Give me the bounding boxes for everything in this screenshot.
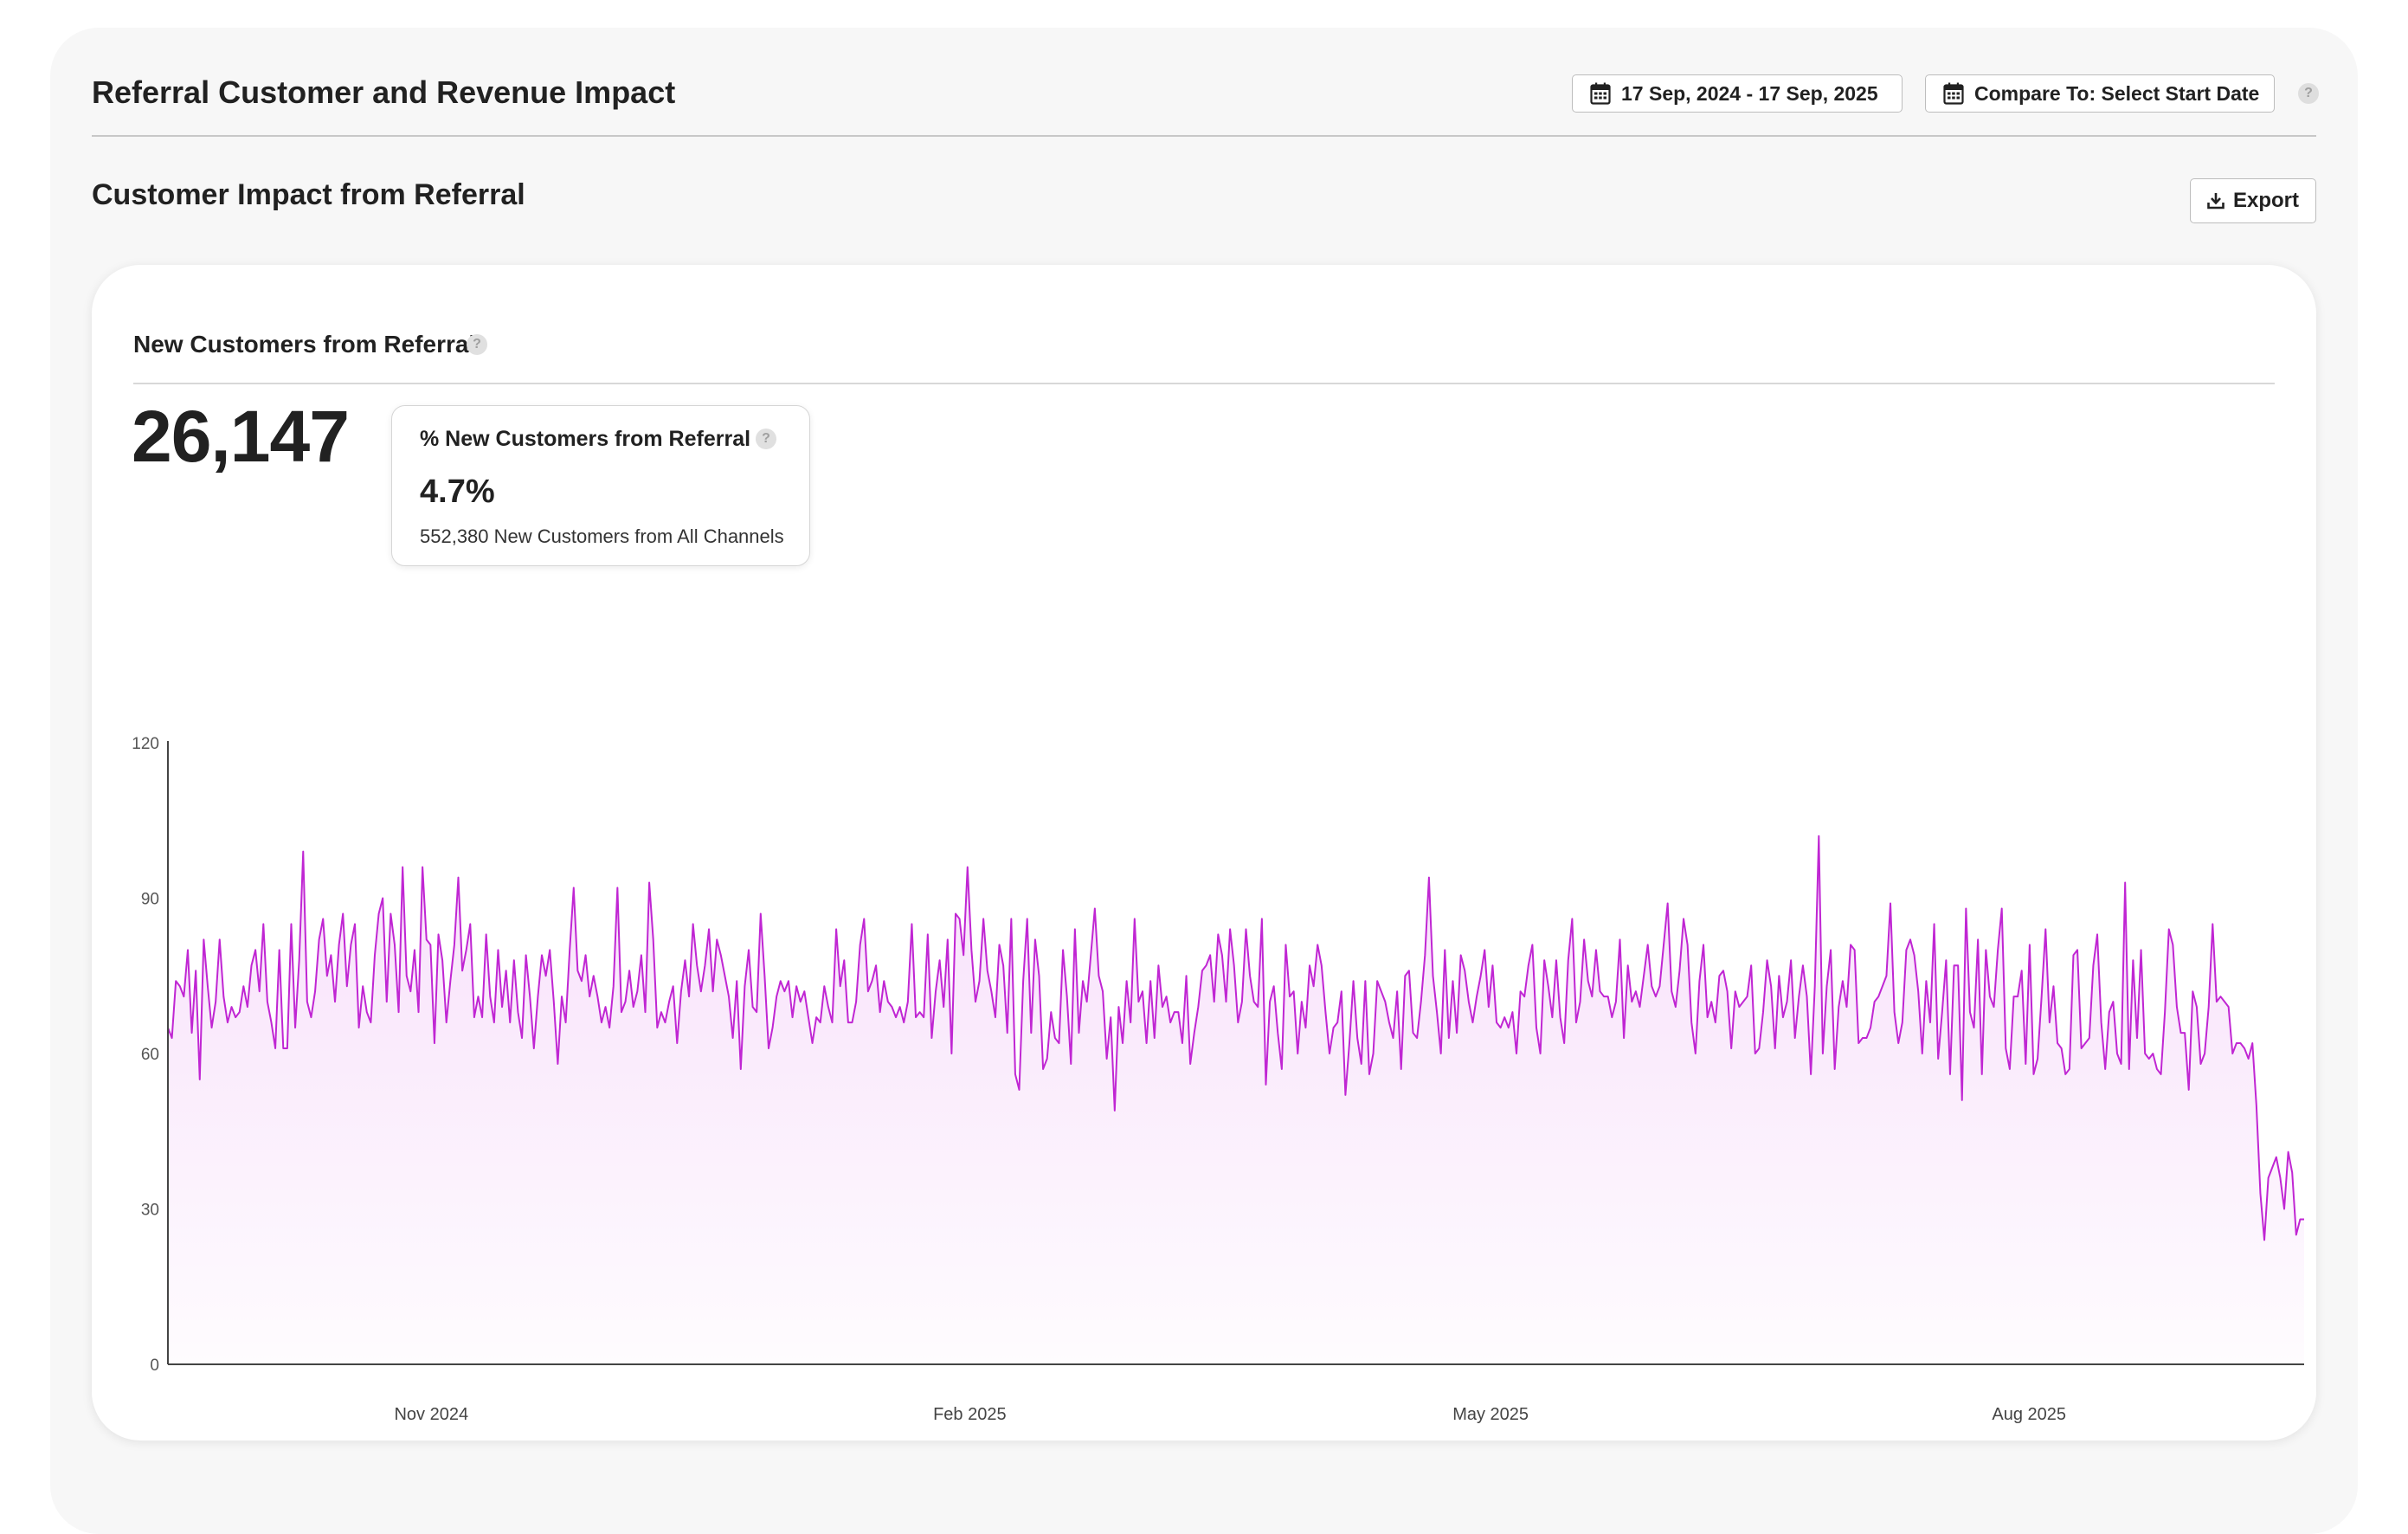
calendar-icon	[1590, 82, 1611, 105]
export-button[interactable]: Export	[2190, 178, 2316, 223]
compare-to-label: Compare To: Select Start Date	[1974, 81, 2260, 105]
download-icon	[2207, 193, 2225, 209]
y-tick-label: 90	[141, 891, 159, 909]
referral-customers-card: New Customers from Referral ? 26,147 % N…	[92, 265, 2316, 1441]
x-tick-label: Feb 2025	[933, 1405, 1007, 1424]
x-tick-label: Nov 2024	[394, 1405, 468, 1424]
date-range-label: 17 Sep, 2024 - 17 Sep, 2025	[1621, 81, 1878, 105]
page-title: Referral Customer and Revenue Impact	[92, 74, 676, 110]
section-title: Customer Impact from Referral	[92, 178, 525, 211]
help-icon[interactable]: ?	[2298, 83, 2319, 104]
dashboard-panel: Referral Customer and Revenue Impact 17 …	[50, 28, 2358, 1534]
calendar-icon	[1943, 82, 1964, 105]
compare-to-button[interactable]: Compare To: Select Start Date	[1925, 74, 2275, 113]
header-divider	[92, 135, 2316, 137]
date-range-button[interactable]: 17 Sep, 2024 - 17 Sep, 2025	[1572, 74, 1903, 113]
x-tick-label: May 2025	[1452, 1405, 1529, 1424]
y-tick-label: 120	[132, 735, 159, 753]
export-label: Export	[2232, 189, 2299, 212]
y-tick-label: 0	[150, 1357, 159, 1375]
new-customers-area-chart: 0 30 60 90 120 Nov 2024 Feb 2025 May 2025 Aug 20…	[132, 735, 2304, 1424]
y-tick-label: 30	[141, 1202, 159, 1220]
series-area-fill	[168, 835, 2304, 1364]
x-tick-label: Aug 2025	[1992, 1405, 2066, 1424]
y-tick-label: 60	[141, 1046, 159, 1064]
